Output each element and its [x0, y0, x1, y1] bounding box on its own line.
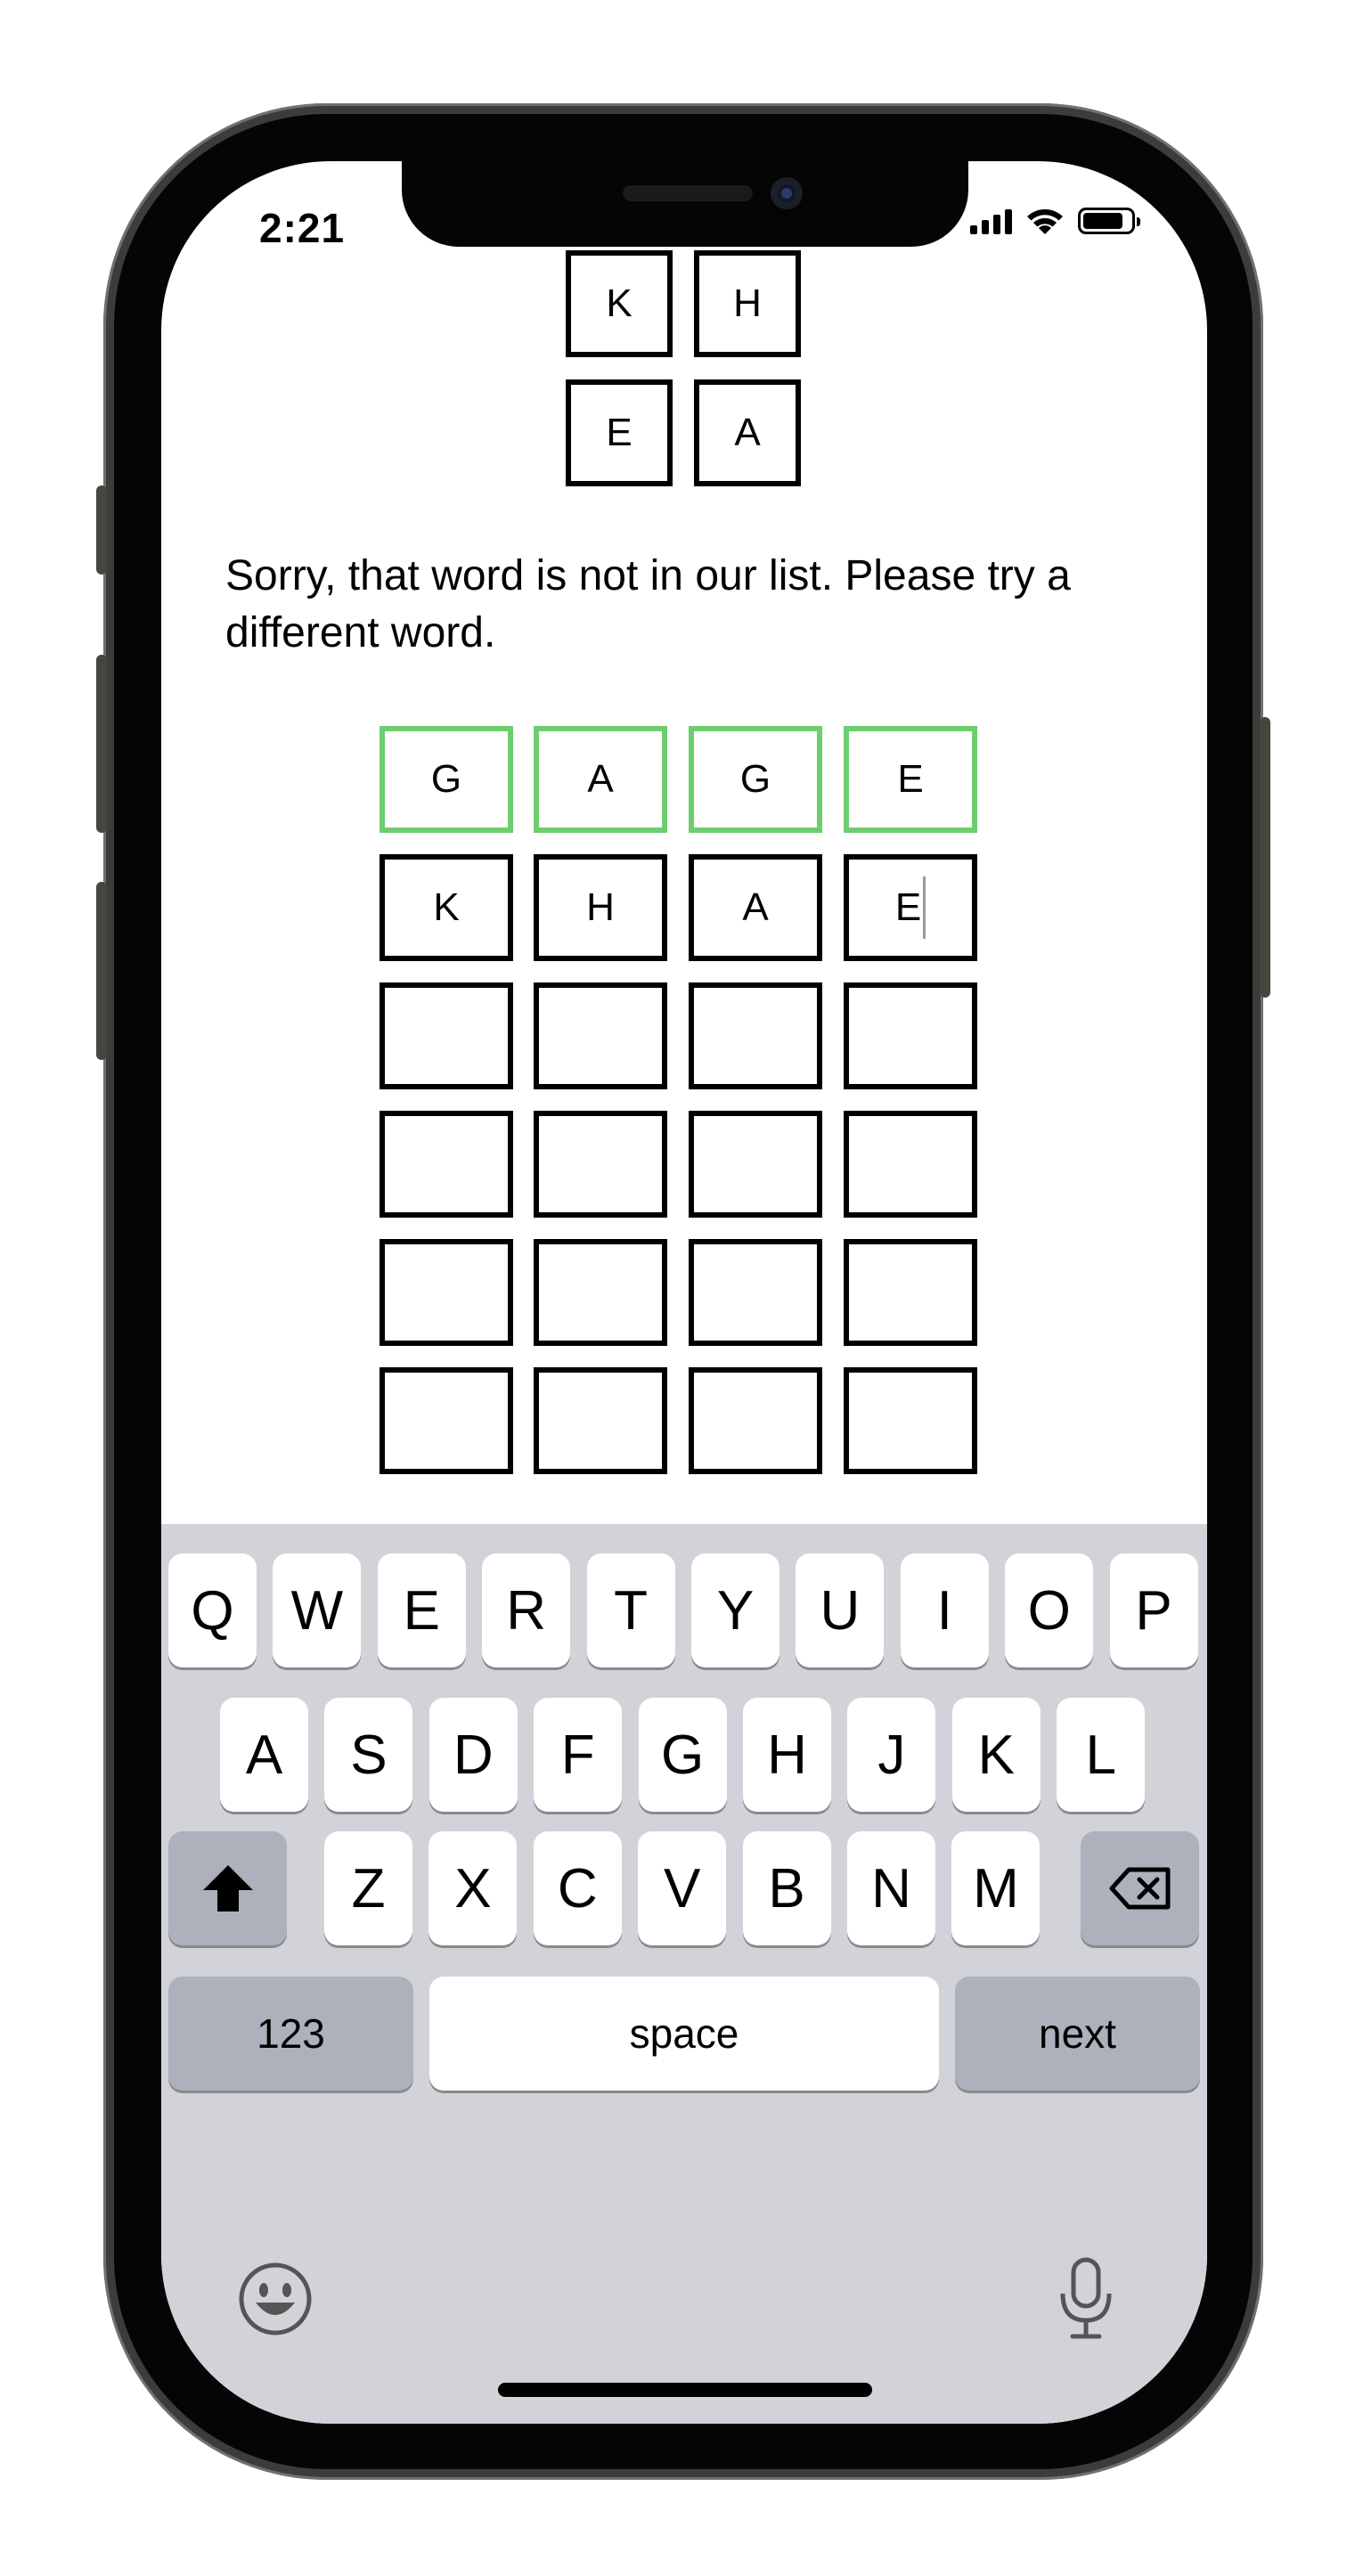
- key[interactable]: Q: [168, 1553, 257, 1667]
- signal-icon: [970, 208, 1012, 234]
- shift-icon: [202, 1865, 253, 1912]
- volume-up-button: [96, 655, 107, 833]
- tile-letter: G: [430, 757, 462, 801]
- tile-letter: H: [586, 885, 615, 929]
- numbers-key[interactable]: 123: [168, 1977, 413, 2091]
- board-tile: [844, 1111, 977, 1218]
- tile-letter: A: [587, 757, 614, 801]
- board-tile: [844, 1367, 977, 1474]
- battery-icon: [1078, 208, 1140, 234]
- key[interactable]: H: [743, 1698, 831, 1812]
- board-tile: G: [689, 726, 822, 833]
- key[interactable]: E: [377, 1553, 466, 1667]
- key[interactable]: A: [220, 1698, 308, 1812]
- key[interactable]: G: [638, 1698, 727, 1812]
- tile-letter: E: [897, 757, 924, 801]
- board-tile[interactable]: H: [534, 854, 667, 961]
- board-tile[interactable]: A: [689, 854, 822, 961]
- board-tile: A: [534, 726, 667, 833]
- silent-switch: [96, 485, 107, 575]
- hint-tile: E: [566, 379, 673, 486]
- board-tile: [534, 982, 667, 1089]
- board-tile: [380, 1111, 513, 1218]
- board-tile: [534, 1239, 667, 1346]
- key[interactable]: O: [1005, 1553, 1094, 1667]
- board-tile: [380, 1367, 513, 1474]
- key[interactable]: V: [638, 1831, 727, 1945]
- board-tile: [844, 1239, 977, 1346]
- microphone-icon[interactable]: [1057, 2256, 1115, 2342]
- tile-letter: G: [739, 757, 771, 801]
- phone-screen: K H E A Sorry, that word is not in our l…: [161, 161, 1207, 2424]
- board-tile: [689, 1367, 822, 1474]
- key[interactable]: F: [534, 1698, 623, 1812]
- status-icons: [970, 206, 1140, 236]
- earpiece-speaker: [623, 185, 753, 201]
- key[interactable]: K: [951, 1698, 1041, 1812]
- key[interactable]: D: [428, 1698, 518, 1812]
- key[interactable]: L: [1057, 1698, 1146, 1812]
- space-key[interactable]: space: [429, 1977, 939, 2091]
- hint-tile: A: [694, 379, 801, 486]
- key[interactable]: R: [482, 1553, 571, 1667]
- hint-tile: K: [566, 250, 673, 357]
- backspace-key[interactable]: [1081, 1831, 1199, 1945]
- error-message: Sorry, that word is not in our list. Ple…: [225, 552, 1071, 656]
- key[interactable]: M: [951, 1831, 1041, 1945]
- tile-letter: E: [894, 885, 922, 929]
- next-key[interactable]: next: [955, 1977, 1200, 2091]
- key[interactable]: P: [1109, 1553, 1198, 1667]
- tile-letter: A: [742, 885, 769, 929]
- board-tile: [534, 1367, 667, 1474]
- key[interactable]: U: [796, 1553, 885, 1667]
- board-tile: E: [844, 726, 977, 833]
- emoji-icon[interactable]: [238, 2262, 313, 2336]
- keyboard: QWERTYUIOP ASDFGHJKL ZXCVBNM 123 space nex…: [161, 1524, 1207, 2424]
- board-tile[interactable]: K: [380, 854, 513, 961]
- key[interactable]: C: [533, 1831, 622, 1945]
- key[interactable]: N: [847, 1831, 935, 1945]
- key[interactable]: J: [847, 1698, 936, 1812]
- board-tile: [689, 1111, 822, 1218]
- front-camera: [771, 177, 803, 209]
- key[interactable]: B: [742, 1831, 831, 1945]
- hint-tile: H: [694, 250, 801, 357]
- power-button: [1260, 717, 1270, 998]
- status-time: 2:21: [259, 205, 346, 251]
- board-tile: [380, 1239, 513, 1346]
- shift-key[interactable]: [168, 1831, 287, 1945]
- home-indicator: [498, 2383, 872, 2397]
- backspace-icon: [1109, 1867, 1170, 1910]
- board-tile[interactable]: E: [844, 854, 977, 961]
- wifi-icon: [1027, 209, 1063, 234]
- key[interactable]: Y: [691, 1553, 779, 1667]
- key[interactable]: S: [324, 1698, 413, 1812]
- text-cursor: [923, 876, 926, 939]
- tile-letter: K: [433, 885, 460, 929]
- notch: [402, 161, 968, 247]
- key[interactable]: W: [273, 1553, 362, 1667]
- key[interactable]: T: [586, 1553, 675, 1667]
- board-tile: [689, 1239, 822, 1346]
- board-tile: G: [380, 726, 513, 833]
- key[interactable]: Z: [324, 1831, 412, 1945]
- board-tile: [689, 982, 822, 1089]
- board-tile: [380, 982, 513, 1089]
- board-tile: [534, 1111, 667, 1218]
- key[interactable]: I: [900, 1553, 989, 1667]
- board-tile: [844, 982, 977, 1089]
- key[interactable]: X: [428, 1831, 518, 1945]
- volume-down-button: [96, 882, 107, 1060]
